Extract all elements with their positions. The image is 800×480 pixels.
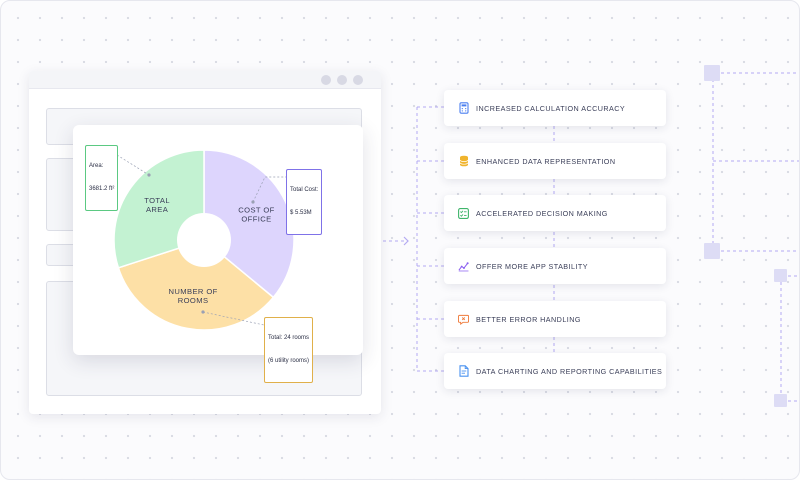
feature-label: ENHANCED DATA REPRESENTATION [476, 156, 616, 166]
feature-label: ACCELERATED DECISION MAKING [476, 208, 608, 218]
window-dot-icon [337, 75, 347, 85]
leader-dot [201, 310, 205, 314]
error-message-icon [458, 313, 469, 325]
feature-item: ENHANCED DATA REPRESENTATION [444, 143, 666, 179]
callout-line: Total: 24 rooms [268, 335, 310, 341]
pie-center-hole [177, 213, 231, 267]
feature-item: BETTER ERROR HANDLING [444, 301, 666, 337]
database-icon [458, 155, 469, 167]
calculator-icon [458, 102, 469, 114]
browser-titlebar [29, 71, 381, 89]
window-dot-icon [321, 75, 331, 85]
window-dot-icon [353, 75, 363, 85]
checklist-icon [458, 207, 469, 219]
diagram-canvas: COST OF OFFICE NUMBER OF ROOMS TOTAL AREA Are… [0, 0, 800, 480]
cost-callout: Total Cost: $ 5.53M [286, 169, 323, 235]
callout-line: 3681.2 ft² [89, 185, 115, 192]
network-node [774, 269, 787, 282]
rooms-callout: Total: 24 rooms (6 utility rooms) [264, 317, 314, 383]
feature-item: ACCELERATED DECISION MAKING [444, 195, 666, 231]
report-document-icon [458, 365, 469, 377]
area-callout: Area: 3681.2 ft² [85, 145, 119, 211]
slice-label: COST OF OFFICE [238, 205, 274, 223]
feature-label: BETTER ERROR HANDLING [476, 314, 581, 324]
area-leader [116, 154, 150, 176]
callout-line: Area: [89, 163, 104, 169]
callout-line: $ 5.53M [290, 209, 312, 216]
feature-item: INCREASED CALCULATION ACCURACY [444, 90, 666, 126]
callout-line: (6 utility rooms) [268, 357, 310, 364]
callout-line: Total Cost: [290, 187, 319, 193]
feature-label: OFFER MORE APP STABILITY [476, 261, 588, 271]
network-node [774, 394, 787, 407]
feature-item: DATA CHARTING AND REPORTING CAPABILITIES [444, 353, 666, 389]
slice-label: TOTAL AREA [144, 196, 170, 214]
network-node [704, 65, 720, 81]
arrow-head-icon [403, 236, 409, 246]
trend-chart-icon [458, 260, 469, 272]
feature-label: INCREASED CALCULATION ACCURACY [476, 103, 626, 113]
leader-dot [147, 173, 151, 177]
feature-label: DATA CHARTING AND REPORTING CAPABILITIES [476, 366, 663, 376]
feature-item: OFFER MORE APP STABILITY [444, 248, 666, 284]
leader-dot [251, 200, 255, 204]
pie-chart-card: COST OF OFFICE NUMBER OF ROOMS TOTAL AREA Are… [73, 125, 363, 383]
network-node [704, 243, 720, 259]
